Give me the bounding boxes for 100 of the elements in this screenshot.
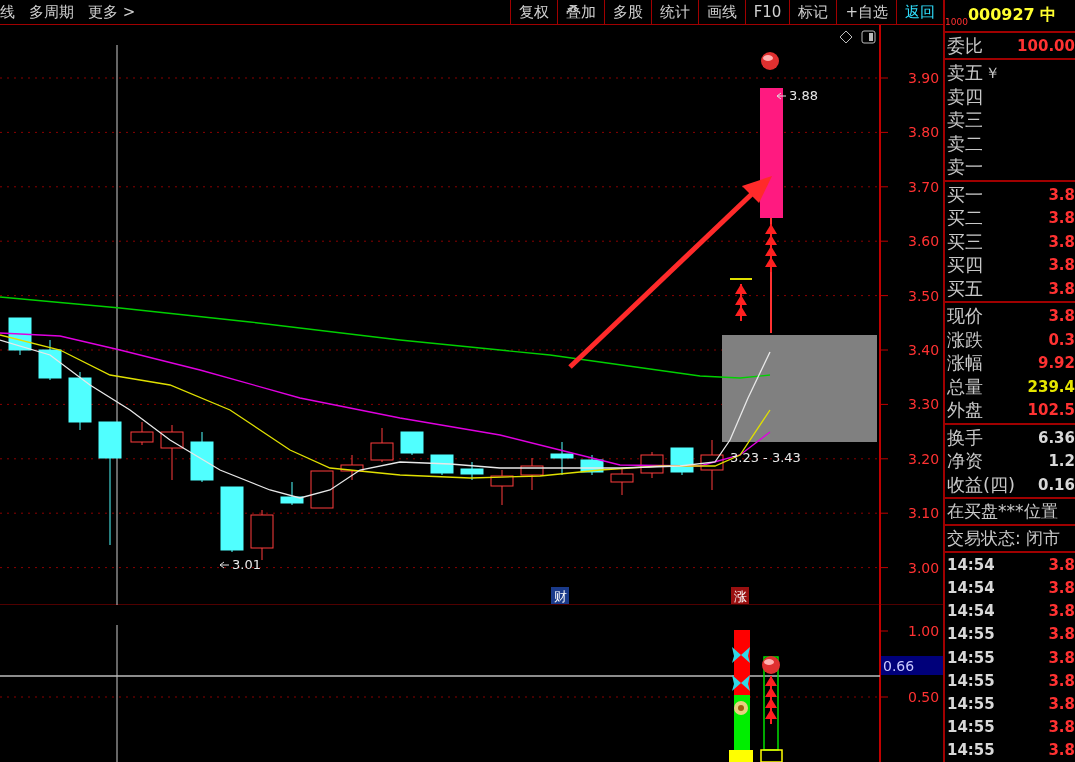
tick-price: 3.8 — [1048, 671, 1075, 690]
axis-tick — [879, 349, 889, 351]
tick-time: 14:55 — [947, 718, 995, 737]
candlestick — [610, 467, 634, 496]
axis-tick — [879, 403, 889, 405]
axis-label: 3.00 — [908, 559, 940, 576]
tick-time: 14:54 — [947, 579, 995, 598]
candlestick — [190, 431, 214, 483]
quote-value: 9.92 — [1038, 354, 1075, 373]
tick-price: 3.8 — [1048, 625, 1075, 644]
menu-item[interactable]: 多周期 — [29, 2, 74, 22]
tick-price: 3.8 — [1048, 741, 1075, 760]
candlestick — [38, 339, 62, 381]
candlestick — [220, 486, 244, 553]
tick-time: 14:54 — [947, 602, 995, 621]
quote-label: 卖一 — [947, 155, 983, 180]
quote-value: 3.8 — [1048, 256, 1075, 275]
candlestick — [460, 461, 484, 481]
diamond-icon[interactable] — [839, 30, 853, 44]
toolbar-button[interactable]: 统计 — [650, 0, 698, 24]
tick-time: 14:55 — [947, 671, 995, 690]
unit-label: 1000 — [945, 16, 968, 27]
toolbar-button[interactable]: 多股 — [603, 0, 651, 24]
candlestick — [340, 454, 364, 481]
axis-label: 3.60 — [908, 233, 940, 250]
ball-icon — [761, 52, 779, 70]
quote-label: 外盘 — [947, 398, 983, 423]
event-badge[interactable]: 涨 — [731, 587, 749, 604]
candlestick — [700, 439, 724, 491]
quote-value: 102.5 — [1027, 401, 1075, 420]
quote-label: 卖二 — [947, 131, 983, 156]
toolbar-button[interactable]: 画线 — [697, 0, 745, 24]
tick-time: 14:55 — [947, 741, 995, 760]
stock-code: 000927 中 — [967, 4, 1057, 24]
price-marker: 3.88 — [789, 88, 818, 103]
axis-tick — [879, 295, 889, 297]
toolbar-button[interactable]: +自选 — [836, 0, 896, 24]
axis-tick — [879, 186, 889, 188]
event-badge[interactable]: 财 — [551, 587, 569, 604]
quote-label: 总量 — [947, 374, 983, 399]
quote-label: 收益(四) — [947, 472, 1016, 497]
price-marker: 3.01 — [232, 557, 261, 572]
price-marker: 3.23 - 3.43 — [730, 450, 801, 465]
tick-price: 3.8 — [1048, 555, 1075, 574]
candlestick — [280, 481, 304, 506]
candlestick — [130, 421, 154, 446]
tick-time: 14:55 — [947, 625, 995, 644]
tick-time: 14:55 — [947, 695, 995, 714]
pointer-arrow-icon — [219, 561, 230, 569]
axis-label: 1.00 — [908, 623, 940, 639]
quote-value: 3.8 — [1048, 185, 1075, 204]
arrow-stack-icon — [729, 278, 753, 322]
quote-value: 3.8 — [1048, 209, 1075, 228]
candlestick — [520, 457, 544, 491]
panel-toggle-icon[interactable] — [861, 30, 876, 44]
candlestick — [670, 447, 694, 476]
candlestick — [370, 427, 394, 463]
quote-value: 0.3 — [1048, 330, 1075, 349]
pointer-arrow-icon — [776, 92, 787, 100]
candlestick — [550, 441, 574, 476]
quote-label: 卖三 — [947, 108, 983, 133]
notice-text: 在买盘***位置 — [946, 500, 1059, 524]
currency-sign: ￥ — [985, 63, 1000, 83]
quote-value: 3.8 — [1048, 279, 1075, 298]
menu-item[interactable]: 更多 > — [88, 2, 136, 22]
tick-price: 3.8 — [1048, 648, 1075, 667]
candlestick — [430, 454, 454, 476]
axis-tick — [879, 458, 889, 460]
candlestick — [250, 509, 274, 561]
toolbar-button[interactable]: 标记 — [789, 0, 837, 24]
axis-label: 3.50 — [908, 287, 940, 304]
candlestick — [310, 470, 334, 509]
axis-label: 3.90 — [908, 70, 940, 86]
quote-value: 3.8 — [1048, 307, 1075, 326]
quote-value: 6.36 — [1038, 428, 1075, 447]
candlestick — [68, 371, 92, 431]
toolbar-button[interactable]: 复权 — [509, 0, 557, 24]
arrow-stack-icon — [765, 223, 777, 273]
quote-value: 1.2 — [1048, 452, 1075, 471]
axis-tick — [879, 77, 889, 79]
axis-tick — [879, 240, 889, 242]
toolbar-button[interactable]: F10 — [744, 0, 790, 24]
candlestick — [580, 454, 604, 476]
quote-label: 买三 — [947, 229, 983, 254]
tick-price: 3.8 — [1048, 695, 1075, 714]
quote-label: 买二 — [947, 206, 983, 231]
axis-tick — [879, 512, 889, 514]
tick-time: 14:54 — [947, 555, 995, 574]
menu-item[interactable]: 线 — [0, 2, 15, 22]
toolbar-button[interactable]: 返回 — [896, 0, 943, 24]
cursor-value-label: 0.66 — [881, 656, 943, 675]
quote-label: 涨跌 — [947, 327, 983, 352]
toolbar-button[interactable]: 叠加 — [556, 0, 604, 24]
axis-label: 3.40 — [908, 342, 940, 358]
tick-time: 14:55 — [947, 648, 995, 667]
quote-label: 涨幅 — [947, 351, 983, 376]
axis-label: 0.50 — [908, 689, 940, 705]
quote-value: 3.8 — [1048, 232, 1075, 251]
candlestick — [640, 451, 664, 479]
quote-label: 现价 — [947, 304, 983, 329]
